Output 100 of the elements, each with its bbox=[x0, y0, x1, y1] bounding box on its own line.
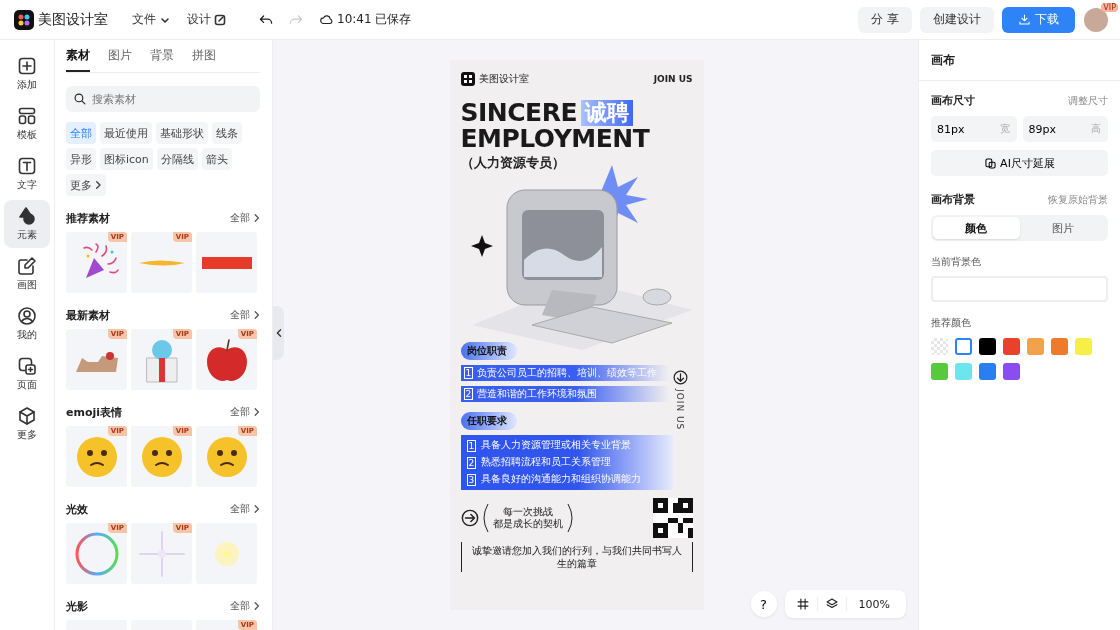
size-label: 画布尺寸 bbox=[931, 93, 975, 108]
menu-button[interactable]: 设计 bbox=[187, 11, 226, 28]
see-all-link[interactable]: 全部 bbox=[230, 599, 260, 613]
layers-icon bbox=[824, 597, 839, 611]
poster-headline: EMPLOYMENT bbox=[460, 126, 650, 152]
tab[interactable]: 拼图 bbox=[192, 47, 216, 72]
color-swatch[interactable] bbox=[1027, 338, 1044, 355]
tab[interactable]: 图片 bbox=[108, 47, 132, 72]
poster-brand: 美图设计室 bbox=[478, 72, 529, 86]
filter-chip[interactable]: 箭头 bbox=[201, 148, 232, 170]
asset-thumbnail[interactable] bbox=[196, 232, 257, 293]
chevron-right-icon bbox=[252, 504, 260, 514]
requirement-item: 2 熟悉招聘流程和员工关系管理 bbox=[466, 456, 613, 469]
color-swatch[interactable] bbox=[1051, 338, 1068, 355]
resize-link[interactable]: 调整尺寸 bbox=[1068, 93, 1108, 108]
join-us-label: JOIN US bbox=[653, 74, 693, 84]
color-swatch[interactable] bbox=[955, 338, 972, 355]
asset-thumbnail[interactable] bbox=[196, 523, 257, 584]
color-swatch[interactable] bbox=[931, 363, 948, 380]
see-all-link[interactable]: 全部 bbox=[230, 308, 260, 322]
pen-icon bbox=[17, 256, 37, 276]
sidebar-item[interactable]: 我的 bbox=[4, 300, 50, 348]
help-button[interactable]: ? bbox=[750, 591, 777, 617]
filter-chip[interactable]: 基础形状 bbox=[156, 122, 208, 144]
sidebar-item[interactable]: 模板 bbox=[4, 100, 50, 148]
color-swatch[interactable] bbox=[979, 338, 996, 355]
sidebar-item[interactable]: 页面 bbox=[4, 350, 50, 398]
background-label: 画布背景 bbox=[931, 192, 975, 207]
color-swatch[interactable] bbox=[1003, 338, 1020, 355]
menu-button[interactable]: 文件 bbox=[132, 11, 169, 28]
tab[interactable]: 素材 bbox=[66, 47, 90, 72]
save-status: 10:41 已保存 bbox=[337, 11, 412, 28]
restore-background-link[interactable]: 恢复原始背景 bbox=[1048, 192, 1108, 207]
slogan-text: 每一次挑战 都是成长的契机 bbox=[492, 506, 563, 530]
unit-label: 宽 bbox=[999, 122, 1010, 136]
highlight-title: 诚聘 bbox=[581, 100, 633, 126]
arrow-circle-icon bbox=[460, 509, 479, 527]
requirement-item: 3 具备良好的沟通能力和组织协调能力 bbox=[466, 473, 643, 486]
color-swatch[interactable] bbox=[1075, 338, 1092, 355]
page-add-icon bbox=[17, 356, 37, 376]
color-swatch[interactable] bbox=[979, 363, 996, 380]
sparkle-drawing bbox=[137, 529, 186, 578]
sidebar-item[interactable]: 元素 bbox=[4, 200, 50, 248]
color-swatch[interactable] bbox=[955, 363, 972, 380]
filter-chip[interactable]: 分隔线 bbox=[156, 148, 198, 170]
chevron-right-icon bbox=[252, 310, 260, 320]
chevron-right-icon bbox=[93, 180, 102, 190]
chevron-right-icon bbox=[252, 407, 260, 417]
see-all-link[interactable]: 全部 bbox=[230, 405, 260, 419]
section-label: 岗位职责 bbox=[460, 342, 517, 360]
section-label: 任职要求 bbox=[460, 412, 517, 430]
section-title: 推荐素材 bbox=[66, 210, 110, 226]
section-title: 最新素材 bbox=[66, 307, 110, 323]
color-swatch[interactable] bbox=[1003, 363, 1020, 380]
panel-title: 画布 bbox=[931, 51, 955, 69]
download-button[interactable]: 下载 bbox=[1002, 6, 1075, 33]
filter-chip[interactable]: 图标icon bbox=[100, 148, 153, 170]
search-icon bbox=[73, 92, 87, 106]
toolbar-button[interactable]: 分 享 bbox=[858, 6, 912, 33]
shapes-icon bbox=[17, 206, 37, 226]
cube-icon bbox=[17, 406, 37, 426]
filter-chip[interactable]: 最近使用 bbox=[100, 122, 152, 144]
transparent-swatch[interactable] bbox=[931, 338, 948, 355]
parenthesis-icon bbox=[566, 503, 573, 533]
section-title: emoji表情 bbox=[66, 404, 123, 420]
recommended-colors-label: 推荐颜色 bbox=[931, 316, 972, 330]
search-field[interactable]: 搜索素材 bbox=[66, 86, 260, 112]
toolbar-button[interactable]: 创建设计 bbox=[920, 6, 994, 33]
ai-resize-button[interactable]: AI尺寸延展 bbox=[931, 150, 1108, 176]
chevron-left-icon bbox=[274, 327, 283, 339]
cloud-icon bbox=[320, 12, 334, 27]
sidebar-item[interactable]: 画图 bbox=[4, 250, 50, 298]
filter-chip[interactable]: 异形 bbox=[66, 148, 96, 170]
see-all-link[interactable]: 全部 bbox=[230, 211, 260, 225]
brand-logo-icon bbox=[460, 72, 475, 86]
download-icon bbox=[1018, 13, 1031, 26]
edit-icon bbox=[214, 13, 226, 26]
vip-badge: VIP bbox=[1101, 2, 1118, 12]
layout-icon bbox=[17, 106, 37, 126]
vertical-join-text: JOIN US bbox=[675, 389, 685, 431]
plus-icon bbox=[17, 56, 37, 76]
qr-code-icon bbox=[652, 498, 693, 538]
sidebar-item[interactable]: 更多 bbox=[4, 400, 50, 448]
sidebar-item[interactable]: 文字 bbox=[4, 150, 50, 198]
filter-chip[interactable]: 线条 bbox=[212, 122, 242, 144]
poster-footer: 诚挚邀请您加入我们的行列，与我们共同书写人生的篇章 bbox=[460, 542, 693, 572]
tab[interactable]: 背景 bbox=[150, 47, 174, 72]
segment-tab[interactable]: 颜色 bbox=[933, 217, 1020, 239]
chevron-right-icon bbox=[252, 601, 260, 611]
user-icon bbox=[17, 306, 37, 326]
section-title: 光效 bbox=[66, 501, 88, 517]
more-button[interactable]: 更多 bbox=[66, 174, 106, 196]
collapse-handle[interactable] bbox=[273, 306, 284, 360]
current-color-label: 当前背景色 bbox=[931, 255, 982, 269]
parenthesis-icon bbox=[482, 503, 489, 533]
segment-tab[interactable]: 图片 bbox=[1019, 217, 1106, 239]
see-all-link[interactable]: 全部 bbox=[230, 502, 260, 516]
section-title: 光影 bbox=[66, 598, 88, 614]
sidebar-item[interactable]: 添加 bbox=[4, 50, 50, 98]
app-name: 美图设计室 bbox=[38, 10, 108, 29]
